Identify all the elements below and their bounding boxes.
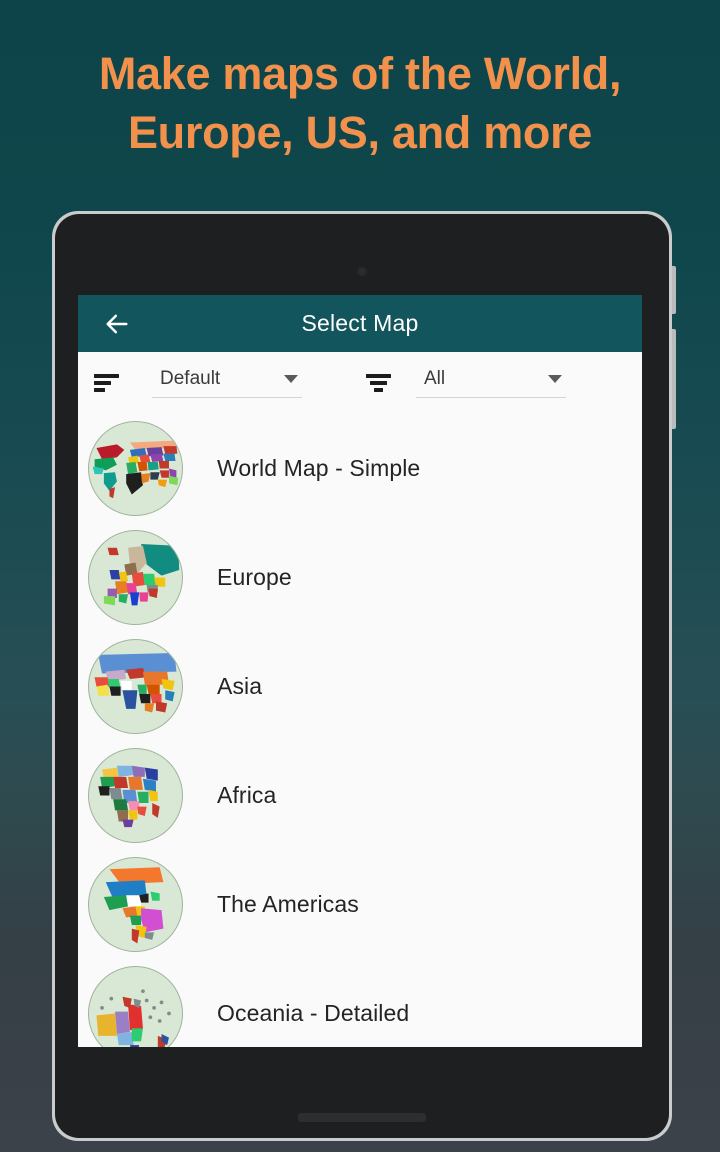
list-item-label: Oceania - Detailed — [217, 1000, 410, 1026]
home-indicator[interactable] — [298, 1113, 426, 1122]
sort-dropdown-value: Default — [160, 368, 221, 389]
power-button[interactable] — [672, 329, 676, 429]
filter-dropdown-value: All — [424, 368, 446, 389]
filter-dropdown[interactable]: All — [416, 368, 566, 398]
sort-icon[interactable] — [94, 368, 134, 398]
app-screen: Select Map Default All World Map - Simpl… — [78, 295, 642, 1047]
americas-map-thumbnail — [88, 857, 183, 952]
filter-control-group: All — [358, 368, 622, 398]
tablet-bezel: Select Map Default All World Map - Simpl… — [55, 214, 669, 1138]
europe-map-thumbnail — [88, 530, 183, 625]
list-item[interactable]: Europe — [78, 523, 642, 632]
list-item-label: Africa — [217, 782, 277, 808]
sort-control-group: Default — [94, 368, 358, 398]
sort-dropdown[interactable]: Default — [152, 368, 302, 398]
back-arrow-icon[interactable] — [102, 309, 132, 339]
list-item-label: World Map - Simple — [217, 455, 421, 481]
filter-icon[interactable] — [358, 368, 398, 398]
list-item-label: Asia — [217, 673, 263, 699]
list-item[interactable]: Africa — [78, 741, 642, 850]
asia-map-thumbnail — [88, 639, 183, 734]
list-item-label: Europe — [217, 564, 292, 590]
list-item-label: The Americas — [217, 891, 359, 917]
promo-screenshot: Make maps of the World, Europe, US, and … — [0, 0, 720, 1152]
africa-map-thumbnail — [88, 748, 183, 843]
list-controls-row: Default All — [78, 352, 642, 414]
list-item[interactable]: Asia — [78, 632, 642, 741]
volume-button[interactable] — [672, 266, 676, 314]
promo-headline: Make maps of the World, Europe, US, and … — [98, 48, 622, 159]
oceania-map-thumbnail — [88, 966, 183, 1047]
map-list: World Map - Simple Europe Asia Africa Th… — [78, 414, 642, 1047]
chevron-down-icon — [548, 375, 562, 383]
world-map-thumbnail — [88, 421, 183, 516]
list-item[interactable]: The Americas — [78, 850, 642, 959]
tablet-device-frame: Select Map Default All World Map - Simpl… — [52, 211, 676, 1141]
page-title: Select Map — [301, 310, 419, 336]
front-camera-icon — [356, 266, 368, 277]
list-item[interactable]: Oceania - Detailed — [78, 959, 642, 1047]
app-bar: Select Map — [78, 295, 642, 352]
list-item[interactable]: World Map - Simple — [78, 414, 642, 523]
chevron-down-icon — [284, 375, 298, 383]
